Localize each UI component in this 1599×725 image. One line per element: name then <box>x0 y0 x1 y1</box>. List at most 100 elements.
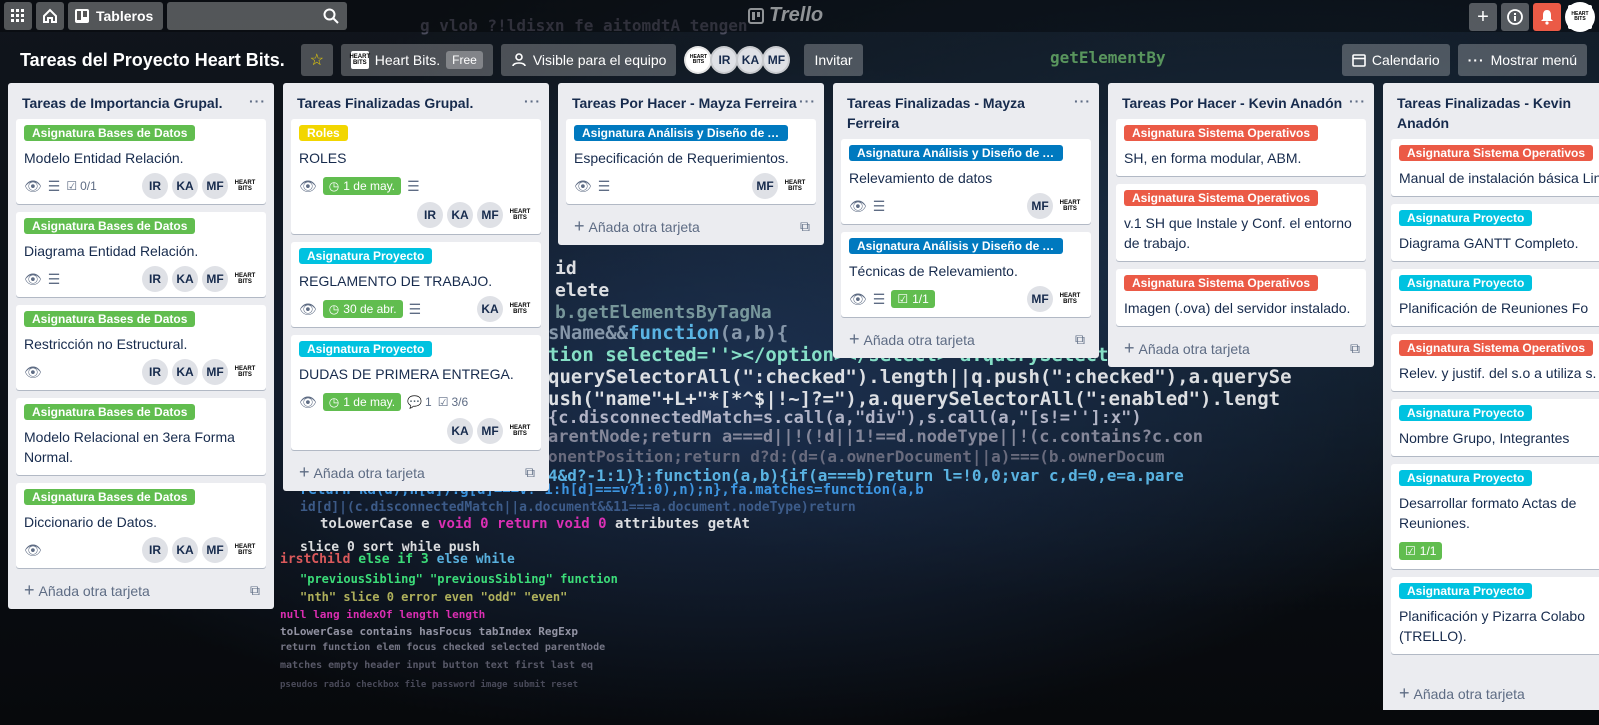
home-icon[interactable] <box>36 2 64 30</box>
heart-bits-avatar[interactable]: HEART BITS <box>507 202 533 228</box>
card[interactable]: Asignatura Bases de Datos Restricción no… <box>16 305 266 390</box>
member-avatar[interactable]: KA <box>447 418 473 444</box>
heart-bits-avatar[interactable]: HEART BITS <box>507 296 533 322</box>
apps-grid-icon[interactable] <box>4 2 32 30</box>
member-avatar[interactable]: KA <box>736 46 765 74</box>
card-label[interactable]: Asignatura Sistema Operativos <box>1124 190 1319 206</box>
card-label[interactable]: Roles <box>299 125 348 141</box>
card[interactable]: Asignatura Proyecto DUDAS DE PRIMERA ENT… <box>291 335 541 450</box>
card[interactable]: Asignatura Análisis y Diseño de Ap... Té… <box>841 232 1091 317</box>
card[interactable]: Asignatura Sistema Operativos Relev. y j… <box>1391 334 1599 391</box>
list-menu-icon[interactable]: ··· <box>799 93 816 113</box>
card-label[interactable]: Asignatura Bases de Datos <box>24 218 196 234</box>
card[interactable]: Asignatura Bases de Datos Diccionario de… <box>16 483 266 568</box>
card-label[interactable]: Asignatura Proyecto <box>1399 275 1533 291</box>
card-label[interactable]: Asignatura Bases de Datos <box>24 311 196 327</box>
member-avatar[interactable]: MF <box>202 537 228 563</box>
member-avatar[interactable]: KA <box>172 173 198 199</box>
card-label[interactable]: Asignatura Bases de Datos <box>24 125 196 141</box>
list-title[interactable]: Tareas de Importancia Grupal. <box>22 93 222 113</box>
workspace-button[interactable]: HEART BITS Heart Bits. Free <box>340 44 493 76</box>
card[interactable]: Asignatura Bases de Datos Modelo Relacio… <box>16 398 266 475</box>
heart-bits-avatar[interactable]: HEART BITS <box>232 173 258 199</box>
card[interactable]: Asignatura Proyecto Diagrama GANTT Compl… <box>1391 204 1599 261</box>
card-label[interactable]: Asignatura Proyecto <box>1399 210 1533 226</box>
list-title[interactable]: Tareas Finalizadas Grupal. <box>297 93 473 113</box>
card-label[interactable]: Asignatura Sistema Operativos <box>1399 145 1594 161</box>
list-title[interactable]: Tareas Por Hacer - Kevin Anadón <box>1122 93 1342 113</box>
heart-bits-avatar[interactable]: HEART BITS <box>232 359 258 385</box>
member-avatar[interactable]: IR <box>142 266 168 292</box>
member-avatar[interactable]: KA <box>172 266 198 292</box>
card-label[interactable]: Asignatura Proyecto <box>299 248 433 264</box>
card-label[interactable]: Asignatura Sistema Operativos <box>1124 125 1319 141</box>
card-template-icon[interactable]: ⧉ <box>250 582 260 599</box>
card-label[interactable]: Asignatura Análisis y Diseño de Ap... <box>574 125 788 141</box>
card-label[interactable]: Asignatura Proyecto <box>1399 470 1533 486</box>
member-avatar-heart-bits[interactable]: HEART BITS <box>684 46 713 74</box>
add-card-button[interactable]: + Añada otra tarjeta ⧉ <box>833 325 1099 350</box>
card[interactable]: Asignatura Bases de Datos Modelo Entidad… <box>16 119 266 204</box>
member-avatar[interactable]: MF <box>202 266 228 292</box>
calendar-button[interactable]: Calendario <box>1341 44 1450 76</box>
card-label[interactable]: Asignatura Análisis y Diseño de Ap... <box>849 145 1063 161</box>
heart-bits-avatar[interactable]: HEART BITS <box>232 537 258 563</box>
notifications-bell-icon[interactable] <box>1533 3 1561 31</box>
add-card-button[interactable]: + Añada otra tarjeta ⧉ <box>283 458 549 483</box>
card[interactable]: Asignatura Sistema Operativos SH, en for… <box>1116 119 1366 176</box>
member-avatar[interactable]: IR <box>142 537 168 563</box>
member-avatar[interactable]: IR <box>417 202 443 228</box>
star-icon[interactable]: ☆ <box>300 44 333 76</box>
card-template-icon[interactable]: ⧉ <box>800 218 810 235</box>
card-label[interactable]: Asignatura Proyecto <box>1399 583 1533 599</box>
list-menu-icon[interactable]: ··· <box>1349 93 1366 113</box>
member-avatar[interactable]: MF <box>752 173 778 199</box>
member-avatar[interactable]: MF <box>477 418 503 444</box>
visibility-button[interactable]: Visible para el equipo <box>500 44 677 76</box>
heart-bits-avatar[interactable]: HEART BITS <box>782 173 808 199</box>
card-label[interactable]: Asignatura Proyecto <box>1399 405 1533 421</box>
card-label[interactable]: Asignatura Bases de Datos <box>24 404 196 420</box>
member-avatar[interactable]: IR <box>142 173 168 199</box>
member-avatar[interactable]: MF <box>202 173 228 199</box>
card-label[interactable]: Asignatura Sistema Operativos <box>1399 340 1594 356</box>
member-avatar[interactable]: KA <box>477 296 503 322</box>
create-plus-icon[interactable]: + <box>1469 3 1497 31</box>
due-date-badge[interactable]: ◷ 1 de may. <box>322 393 402 411</box>
member-avatar[interactable]: MF <box>202 359 228 385</box>
show-menu-button[interactable]: ··· Mostrar menú <box>1457 44 1587 76</box>
card-label[interactable]: Asignatura Bases de Datos <box>24 489 196 505</box>
heart-bits-avatar[interactable]: HEART BITS <box>232 266 258 292</box>
member-avatar[interactable]: MF <box>1027 286 1053 312</box>
member-avatar[interactable]: KA <box>447 202 473 228</box>
card-label[interactable]: Asignatura Proyecto <box>299 341 433 357</box>
boards-button[interactable]: Tableros <box>68 2 164 30</box>
due-date-badge[interactable]: ◷ 1 de may. <box>322 177 402 195</box>
list-menu-icon[interactable]: ··· <box>524 93 541 113</box>
list-menu-icon[interactable]: ··· <box>1074 93 1091 133</box>
info-icon[interactable] <box>1501 3 1529 31</box>
card[interactable]: Asignatura Sistema Operativos Manual de … <box>1391 139 1599 196</box>
card-label[interactable]: Asignatura Análisis y Diseño de Ap... <box>849 238 1063 254</box>
member-avatar[interactable]: MF <box>762 46 791 74</box>
card[interactable]: Asignatura Sistema Operativos v.1 SH que… <box>1116 184 1366 261</box>
board-title[interactable]: Tareas del Proyecto Heart Bits. <box>12 50 293 71</box>
card[interactable]: Asignatura Proyecto Planificación y Piza… <box>1391 577 1599 654</box>
card[interactable]: Asignatura Proyecto Desarrollar formato … <box>1391 464 1599 569</box>
list-title[interactable]: Tareas Por Hacer - Mayza Ferreira <box>572 93 797 113</box>
invite-button[interactable]: Invitar <box>804 44 863 76</box>
card[interactable]: Asignatura Proyecto Nombre Grupo, Integr… <box>1391 399 1599 456</box>
list-title[interactable]: Tareas Finalizadas - Mayza Ferreira <box>847 93 1047 133</box>
card[interactable]: Asignatura Análisis y Diseño de Ap... Re… <box>841 139 1091 224</box>
card-template-icon[interactable]: ⧉ <box>525 464 535 481</box>
add-card-button[interactable]: + Añada otra tarjeta <box>1383 676 1599 710</box>
heart-bits-avatar[interactable]: HEART BITS <box>1057 193 1083 219</box>
card[interactable]: Asignatura Análisis y Diseño de Ap... Es… <box>566 119 816 204</box>
member-avatar[interactable]: IR <box>710 46 739 74</box>
card-template-icon[interactable]: ⧉ <box>1075 331 1085 348</box>
user-avatar[interactable]: HEART BITS <box>1565 2 1595 32</box>
card[interactable]: Asignatura Sistema Operativos Imagen (.o… <box>1116 269 1366 326</box>
card-label[interactable]: Asignatura Sistema Operativos <box>1124 275 1319 291</box>
heart-bits-avatar[interactable]: HEART BITS <box>1057 286 1083 312</box>
member-avatar[interactable]: MF <box>1027 193 1053 219</box>
